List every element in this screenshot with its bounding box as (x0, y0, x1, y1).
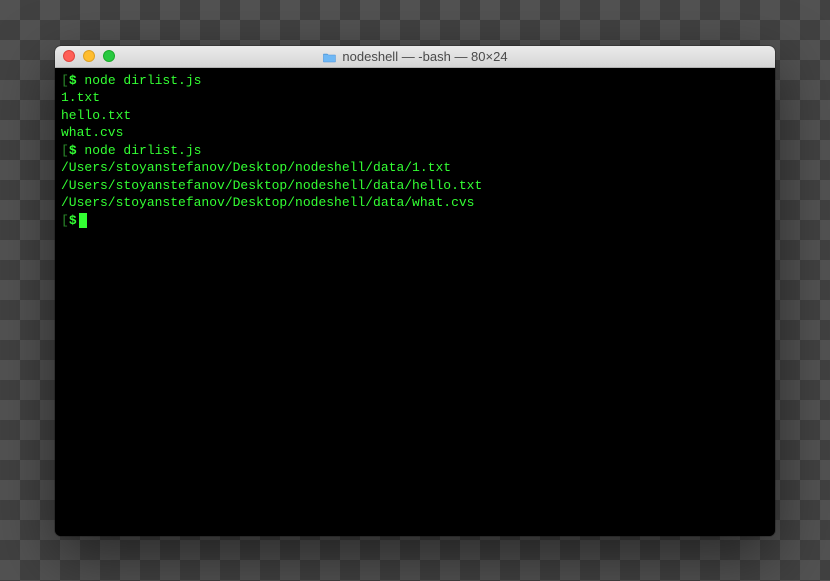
terminal-line: [$ node dirlist.js (61, 142, 769, 160)
folder-icon (322, 51, 336, 62)
command-text: node dirlist.js (84, 143, 201, 158)
prompt-bracket-open: [ (61, 73, 69, 88)
traffic-lights (63, 50, 115, 62)
window-title-group: nodeshell — -bash — 80×24 (322, 49, 507, 64)
titlebar[interactable]: nodeshell — -bash — 80×24 (55, 46, 775, 68)
terminal-line: 1.txt (61, 89, 769, 107)
output-text: 1.txt (61, 90, 100, 105)
output-text: /Users/stoyanstefanov/Desktop/nodeshell/… (61, 160, 451, 175)
terminal-window: nodeshell — -bash — 80×24 [$ node dirlis… (55, 46, 775, 536)
terminal-line: [$ (61, 212, 769, 230)
terminal-body[interactable]: [$ node dirlist.js1.txthello.txtwhat.cvs… (55, 68, 775, 536)
terminal-line: /Users/stoyanstefanov/Desktop/nodeshell/… (61, 159, 769, 177)
terminal-line: /Users/stoyanstefanov/Desktop/nodeshell/… (61, 177, 769, 195)
minimize-button[interactable] (83, 50, 95, 62)
prompt-bracket-open: [ (61, 213, 69, 228)
output-text: /Users/stoyanstefanov/Desktop/nodeshell/… (61, 178, 482, 193)
prompt-symbol: $ (69, 143, 85, 158)
cursor (79, 213, 87, 228)
terminal-line: what.cvs (61, 124, 769, 142)
terminal-line: /Users/stoyanstefanov/Desktop/nodeshell/… (61, 194, 769, 212)
prompt-symbol: $ (69, 73, 85, 88)
maximize-button[interactable] (103, 50, 115, 62)
close-button[interactable] (63, 50, 75, 62)
output-text: /Users/stoyanstefanov/Desktop/nodeshell/… (61, 195, 474, 210)
output-text: what.cvs (61, 125, 123, 140)
output-text: hello.txt (61, 108, 131, 123)
window-title: nodeshell — -bash — 80×24 (342, 49, 507, 64)
prompt-symbol: $ (69, 213, 77, 228)
prompt-bracket-open: [ (61, 143, 69, 158)
terminal-line: [$ node dirlist.js (61, 72, 769, 90)
command-text: node dirlist.js (84, 73, 201, 88)
terminal-line: hello.txt (61, 107, 769, 125)
